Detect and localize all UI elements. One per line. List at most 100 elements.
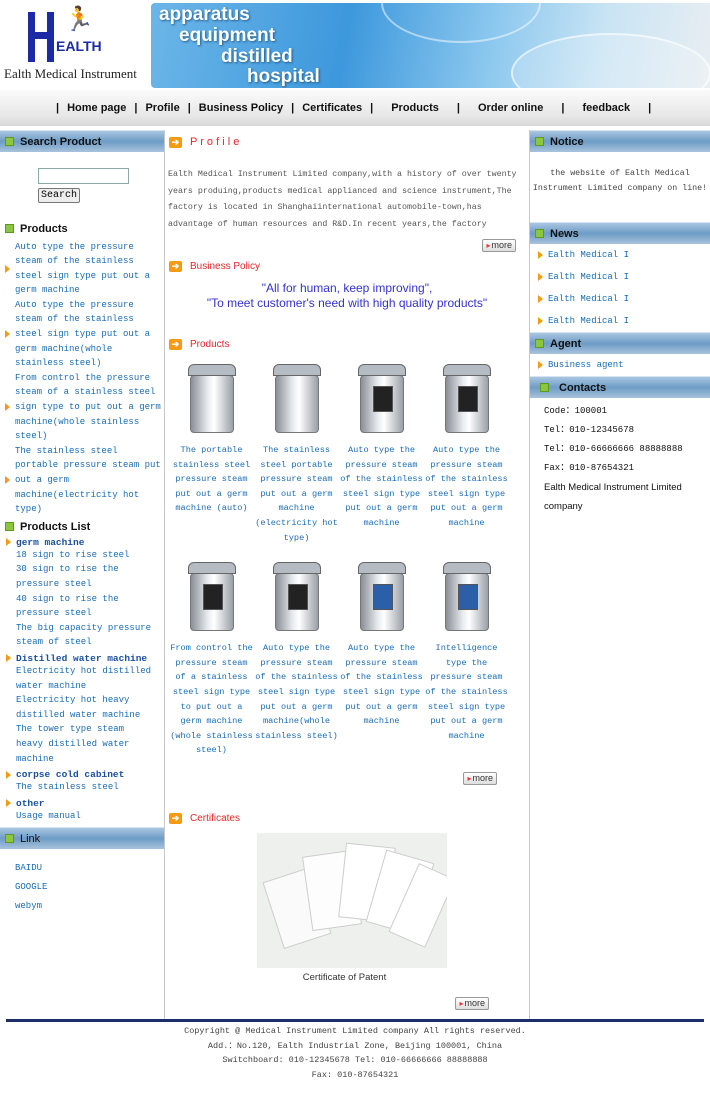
category-item[interactable]: Electricity hot distilled water machine [16,664,156,693]
category-distilled-water[interactable]: Distilled water machine [6,650,164,664]
product-card[interactable]: The stainless steel portable pressure st… [254,353,339,545]
product-image[interactable] [169,353,254,443]
category-item[interactable]: 30 sign to rise the pressure steel [16,562,156,591]
certificate-image[interactable] [257,832,447,968]
news-item[interactable]: Ealth Medical I [530,288,710,310]
policy-line: "To meet customer's need with high quali… [206,296,488,310]
arrow-icon [535,137,544,146]
product-name[interactable]: The stainless steel portable pressure st… [254,443,339,545]
search-button[interactable]: Search [38,187,81,203]
category-item[interactable]: Electricity hot heavy distilled water ma… [16,693,156,722]
product-link[interactable]: Auto type the pressure steam of the stai… [15,298,161,371]
notice-header: Notice [530,130,710,152]
product-card[interactable]: Auto type the pressure steam of the stai… [339,353,424,545]
nav-home[interactable]: Home page [67,102,126,114]
product-link[interactable]: From control the pressure steam of a sta… [15,371,161,444]
arrow-right-icon: ➔ [169,813,182,825]
product-image[interactable] [254,353,339,443]
certificates-more-button[interactable]: more [455,996,489,1010]
bullet-icon [5,330,10,339]
news-link[interactable]: Ealth Medical I [548,314,629,329]
products-more-button[interactable]: more [463,771,497,785]
logo-word: EALTH [56,38,102,54]
category-other[interactable]: other [6,795,164,809]
category-item[interactable]: Usage manual [16,809,164,824]
arrow-icon [5,522,14,532]
product-link[interactable]: The stainless steel portable pressure st… [15,444,161,517]
nav-products[interactable]: Products [391,102,439,114]
category-item[interactable]: The big capacity pressure steam of steel [16,621,156,650]
product-name[interactable]: Intelligence type the pressure steam of … [424,641,509,743]
contact-code: Code：100001 [544,406,608,416]
list-item[interactable]: Auto type the pressure steam of the stai… [0,298,164,371]
footer: Copyright @ Medical Instrument Limited c… [0,1022,710,1082]
bullet-icon [538,317,543,325]
product-name[interactable]: Auto type the pressure steam of the stai… [339,641,424,729]
product-image[interactable] [339,353,424,443]
product-image[interactable] [254,551,339,641]
product-image[interactable] [169,551,254,641]
category-item[interactable]: The tower type steam heavy distilled wat… [16,722,156,766]
arrow-icon [5,224,14,233]
business-agent-link[interactable]: Business agent [548,358,624,373]
link-google[interactable]: GOOGLE [15,878,164,897]
list-item[interactable]: Auto type the pressure steam of the stai… [0,240,164,298]
product-name[interactable]: The portable stainless steel pressure st… [169,443,254,516]
search-input[interactable] [38,167,129,184]
news-item[interactable]: Ealth Medical I [530,310,710,332]
news-link[interactable]: Ealth Medical I [548,248,629,263]
product-card[interactable]: Intelligence type the pressure steam of … [424,551,509,758]
profile-more-button[interactable]: more [482,239,516,252]
agent-item[interactable]: Business agent [530,354,710,376]
contacts-header: Contacts [530,376,710,398]
news-link[interactable]: Ealth Medical I [548,270,629,285]
product-card[interactable]: Auto type the pressure steam of the stai… [339,551,424,758]
product-card[interactable]: From control the pressure steam of a sta… [169,551,254,758]
list-item[interactable]: From control the pressure steam of a sta… [0,371,164,444]
list-item[interactable]: The stainless steel portable pressure st… [0,444,164,517]
product-image[interactable] [424,353,509,443]
arrow-icon [535,339,544,348]
product-name[interactable]: Auto type the pressure steam of the stai… [254,641,339,743]
business-policy-header: ➔ Business Policy [165,257,529,275]
banner-word: apparatus [159,4,250,25]
news-item[interactable]: Ealth Medical I [530,244,710,266]
news-link[interactable]: Ealth Medical I [548,292,629,307]
product-card[interactable]: The portable stainless steel pressure st… [169,353,254,545]
category-item[interactable]: 40 sign to rise the pressure steel [16,592,156,621]
nav-certificates[interactable]: Certificates [302,102,362,114]
main-nav: | Home page | Profile | Business Policy | Ce… [0,90,710,126]
product-name[interactable]: From control the pressure steam of a sta… [169,641,254,758]
bullet-icon [538,295,543,303]
product-grid: The portable stainless steel pressure st… [165,353,529,758]
arrow-icon [540,383,549,392]
nav-business-policy[interactable]: Business Policy [199,102,283,114]
link-baidu[interactable]: BAIDU [15,859,164,878]
category-item[interactable]: 18 sign to rise steel [16,548,156,563]
nav-order-online[interactable]: Order online [478,102,543,114]
main-content: ➔ P r o f i l e Ealth Medical Instrument … [165,130,530,1020]
nav-feedback[interactable]: feedback [582,102,630,114]
product-card[interactable]: Auto type the pressure steam of the stai… [424,353,509,545]
link-webym[interactable]: webym [15,897,164,916]
product-image[interactable] [339,551,424,641]
news-item[interactable]: Ealth Medical I [530,266,710,288]
product-link[interactable]: Auto type the pressure steam of the stai… [15,240,161,298]
product-image[interactable] [424,551,509,641]
logo[interactable]: 🏃 EALTH Ealth Medical Instrument [0,0,150,88]
footer-switchboard: Switchboard: 010-12345678 Tel: 010-66666… [222,1055,488,1066]
product-name[interactable]: Auto type the pressure steam of the stai… [339,443,424,531]
nav-profile[interactable]: Profile [145,102,179,114]
product-card[interactable]: Auto type the pressure steam of the stai… [254,551,339,758]
arrow-right-icon: ➔ [169,260,182,272]
category-corpse-cabinet[interactable]: corpse cold cabinet [6,766,164,780]
bullet-icon [6,770,11,779]
contact-tel: Tel：010-12345678 [544,425,635,435]
contact-tel: Tel：010-66666666 88888888 [544,444,683,454]
product-name[interactable]: Auto type the pressure steam of the stai… [424,443,509,531]
banner-word: distilled [221,46,293,67]
category-item[interactable]: The stainless steel [16,780,164,795]
search-product-header: Search Product [0,130,164,152]
profile-text: Ealth Medical Instrument Limited company… [168,170,517,229]
category-germ-machine[interactable]: germ machine [6,537,164,548]
